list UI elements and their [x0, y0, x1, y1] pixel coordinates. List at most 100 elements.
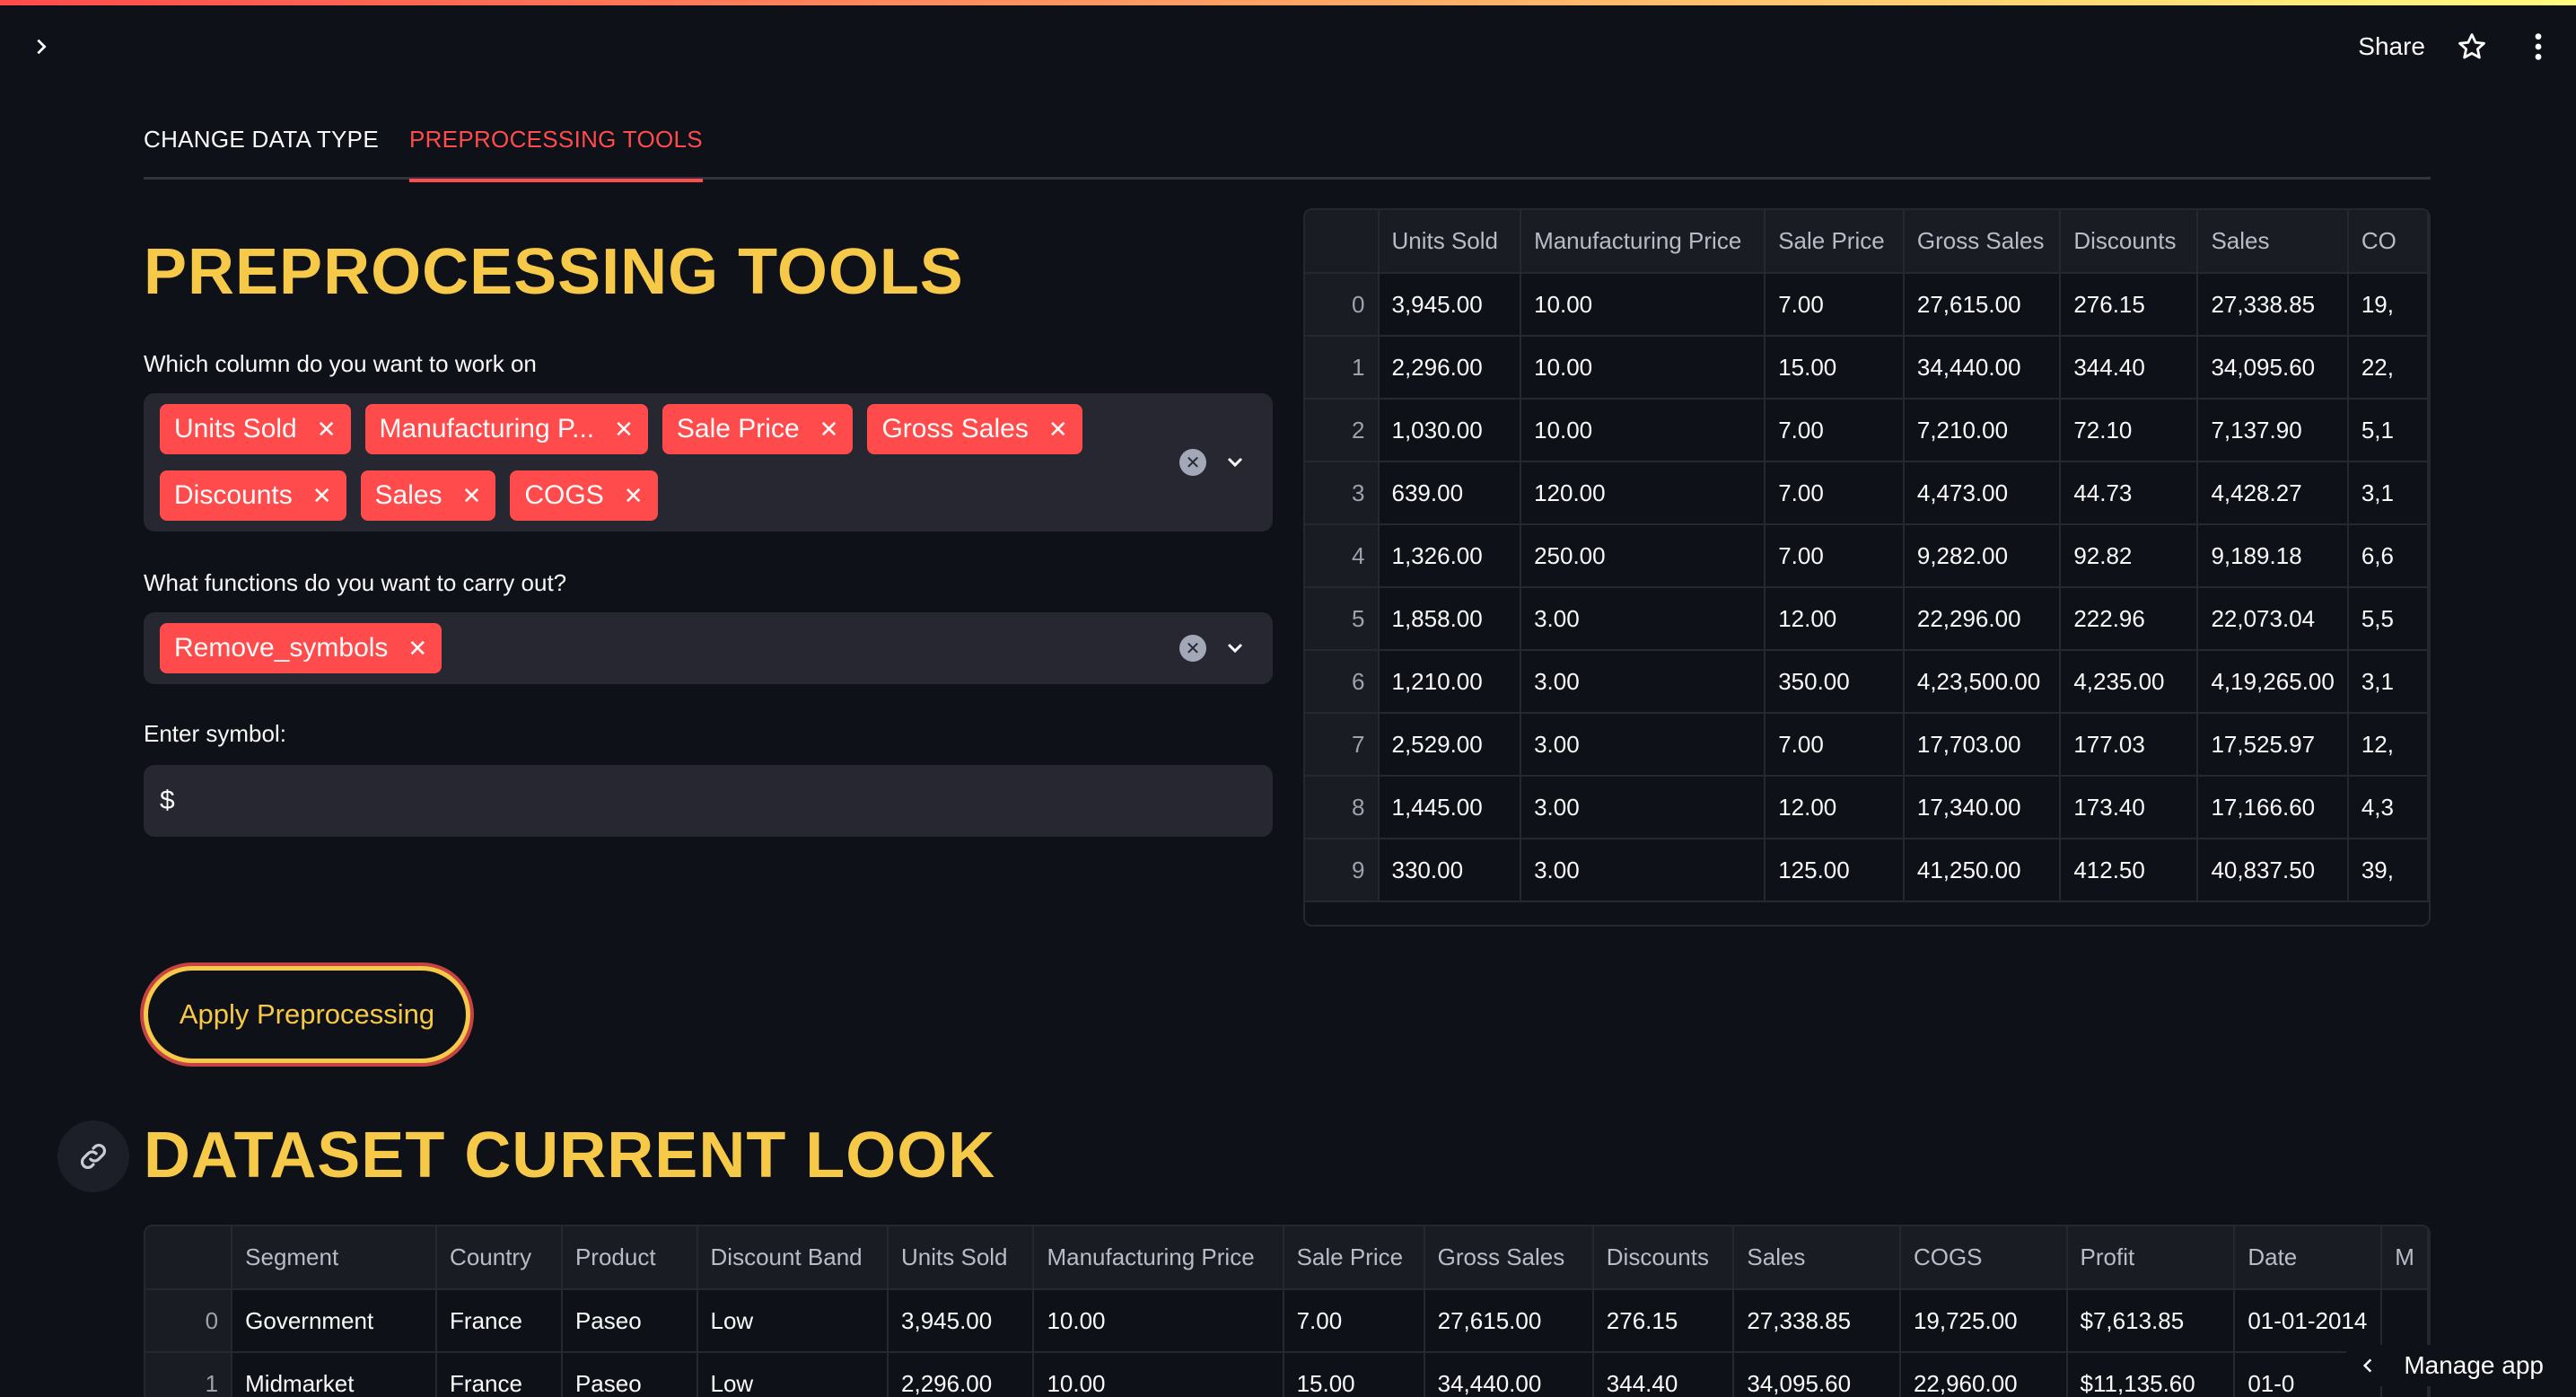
table-cell[interactable]: 12.00 — [1765, 587, 1905, 651]
column-header[interactable]: CO — [2347, 210, 2429, 274]
table-cell[interactable]: 10.00 — [1520, 336, 1766, 400]
row-index-cell[interactable]: 1 — [1305, 336, 1380, 400]
column-header[interactable]: Segment — [232, 1226, 438, 1290]
column-header[interactable]: Sales — [2197, 210, 2349, 274]
table-cell[interactable]: 5,1 — [2347, 399, 2429, 462]
table-cell[interactable]: 10.00 — [1520, 399, 1766, 462]
tab-change-data-type[interactable]: CHANGE DATA TYPE — [144, 122, 379, 180]
table-cell[interactable]: 4,23,500.00 — [1903, 650, 2062, 714]
column-header[interactable]: Country — [436, 1226, 563, 1290]
table-cell[interactable]: 40,837.50 — [2197, 839, 2349, 902]
table-cell[interactable]: 350.00 — [1765, 650, 1905, 714]
table-cell[interactable]: 44.73 — [2060, 461, 2199, 525]
table-cell[interactable]: France — [436, 1352, 563, 1397]
table-cell[interactable]: Midmarket — [232, 1352, 438, 1397]
row-index-cell[interactable]: 0 — [1305, 273, 1380, 337]
table-cell[interactable]: 4,428.27 — [2197, 461, 2349, 525]
table-cell[interactable]: 639.00 — [1378, 461, 1522, 525]
table-cell[interactable]: 177.03 — [2060, 713, 2199, 777]
table-cell[interactable]: 34,440.00 — [1424, 1352, 1594, 1397]
table-cell[interactable]: Low — [697, 1289, 889, 1353]
table-cell[interactable]: 120.00 — [1520, 461, 1766, 525]
table-cell[interactable]: 22,296.00 — [1903, 587, 2062, 651]
table-cell[interactable]: 2,529.00 — [1378, 713, 1522, 777]
column-header[interactable] — [1305, 210, 1380, 274]
table-cell[interactable]: Paseo — [561, 1289, 698, 1353]
column-header[interactable]: Gross Sales — [1903, 210, 2062, 274]
table-cell[interactable]: Government — [232, 1289, 438, 1353]
column-header[interactable]: Units Sold — [888, 1226, 1035, 1290]
symbol-input[interactable] — [144, 765, 1273, 837]
table-cell[interactable]: 17,166.60 — [2197, 776, 2349, 839]
table-cell[interactable]: 34,440.00 — [1903, 336, 2062, 400]
dropdown-toggle[interactable] — [1219, 632, 1251, 664]
table-cell[interactable]: 3.00 — [1520, 776, 1766, 839]
table-cell[interactable]: 17,340.00 — [1903, 776, 2062, 839]
anchor-link-button[interactable] — [57, 1120, 129, 1192]
column-multiselect[interactable]: Units Sold ✕ Manufacturing P... ✕ Sale Pri… — [144, 393, 1273, 532]
table-cell[interactable]: 3.00 — [1520, 650, 1766, 714]
remove-chip-icon[interactable]: ✕ — [819, 416, 839, 444]
table-cell[interactable]: 19,725.00 — [1899, 1289, 2068, 1353]
row-index-cell[interactable]: 9 — [1305, 839, 1380, 902]
table-cell[interactable]: 1,445.00 — [1378, 776, 1522, 839]
table-cell[interactable]: 1,030.00 — [1378, 399, 1522, 462]
column-header[interactable]: Discounts — [2060, 210, 2199, 274]
row-index-cell[interactable]: 0 — [145, 1289, 233, 1353]
column-header[interactable]: Sale Price — [1765, 210, 1905, 274]
table-cell[interactable]: 27,615.00 — [1903, 273, 2062, 337]
table-cell[interactable]: 276.15 — [1592, 1289, 1735, 1353]
table-cell[interactable]: 344.40 — [2060, 336, 2199, 400]
clear-all-icon[interactable]: ✕ — [1179, 449, 1206, 476]
table-cell[interactable]: France — [436, 1289, 563, 1353]
table-cell[interactable]: 4,19,265.00 — [2197, 650, 2349, 714]
function-multiselect[interactable]: Remove_symbols ✕ ✕ — [144, 612, 1273, 684]
column-header[interactable]: Product — [561, 1226, 698, 1290]
table-cell[interactable]: 1,858.00 — [1378, 587, 1522, 651]
table-cell[interactable]: 6,6 — [2347, 524, 2429, 588]
apply-preprocessing-button[interactable]: Apply Preprocessing — [144, 966, 470, 1063]
table-cell[interactable]: 2,296.00 — [1378, 336, 1522, 400]
table-cell[interactable]: 3,1 — [2347, 461, 2429, 525]
table-cell[interactable]: 2,296.00 — [888, 1352, 1035, 1397]
table-cell[interactable]: 4,235.00 — [2060, 650, 2199, 714]
table-cell[interactable]: 3,1 — [2347, 650, 2429, 714]
table-cell[interactable]: 5,5 — [2347, 587, 2429, 651]
column-header[interactable]: M — [2381, 1226, 2429, 1290]
table-cell[interactable]: 27,338.85 — [1733, 1289, 1901, 1353]
table-cell[interactable]: 3.00 — [1520, 839, 1766, 902]
table-cell[interactable]: 34,095.60 — [2197, 336, 2349, 400]
remove-chip-icon[interactable]: ✕ — [624, 482, 644, 510]
table-cell[interactable]: $7,613.85 — [2066, 1289, 2236, 1353]
column-header[interactable]: Discounts — [1592, 1226, 1735, 1290]
row-index-cell[interactable]: 8 — [1305, 776, 1380, 839]
table-cell[interactable]: 12, — [2347, 713, 2429, 777]
table-cell[interactable]: 250.00 — [1520, 524, 1766, 588]
table-cell[interactable]: $11,135.60 — [2066, 1352, 2236, 1397]
table-cell[interactable]: Low — [697, 1352, 889, 1397]
table-cell[interactable]: 17,703.00 — [1903, 713, 2062, 777]
table-cell[interactable]: 276.15 — [2060, 273, 2199, 337]
dropdown-toggle[interactable] — [1219, 446, 1251, 479]
table-cell[interactable]: 10.00 — [1033, 1352, 1284, 1397]
table-cell[interactable]: 12.00 — [1765, 776, 1905, 839]
table-cell[interactable]: 7.00 — [1765, 524, 1905, 588]
row-index-cell[interactable]: 3 — [1305, 461, 1380, 525]
row-index-cell[interactable]: 5 — [1305, 587, 1380, 651]
table-cell[interactable]: 125.00 — [1765, 839, 1905, 902]
column-header[interactable]: Manufacturing Price — [1033, 1226, 1284, 1290]
column-header[interactable]: Sales — [1733, 1226, 1901, 1290]
column-header[interactable]: Date — [2234, 1226, 2383, 1290]
expand-sidebar-button[interactable] — [23, 29, 59, 65]
remove-chip-icon[interactable]: ✕ — [462, 482, 482, 510]
table-cell[interactable]: 17,525.97 — [2197, 713, 2349, 777]
row-index-cell[interactable]: 7 — [1305, 713, 1380, 777]
table-cell[interactable]: 7.00 — [1765, 273, 1905, 337]
dataset-dataframe[interactable]: Segment Country Product Discount Band Un… — [144, 1225, 2431, 1397]
table-cell[interactable]: 7,210.00 — [1903, 399, 2062, 462]
table-cell[interactable]: 3.00 — [1520, 587, 1766, 651]
column-header[interactable]: Gross Sales — [1424, 1226, 1594, 1290]
table-cell[interactable]: 330.00 — [1378, 839, 1522, 902]
preview-dataframe[interactable]: Units Sold Manufacturing Price Sale Pric… — [1303, 208, 2431, 927]
remove-chip-icon[interactable]: ✕ — [317, 416, 337, 444]
